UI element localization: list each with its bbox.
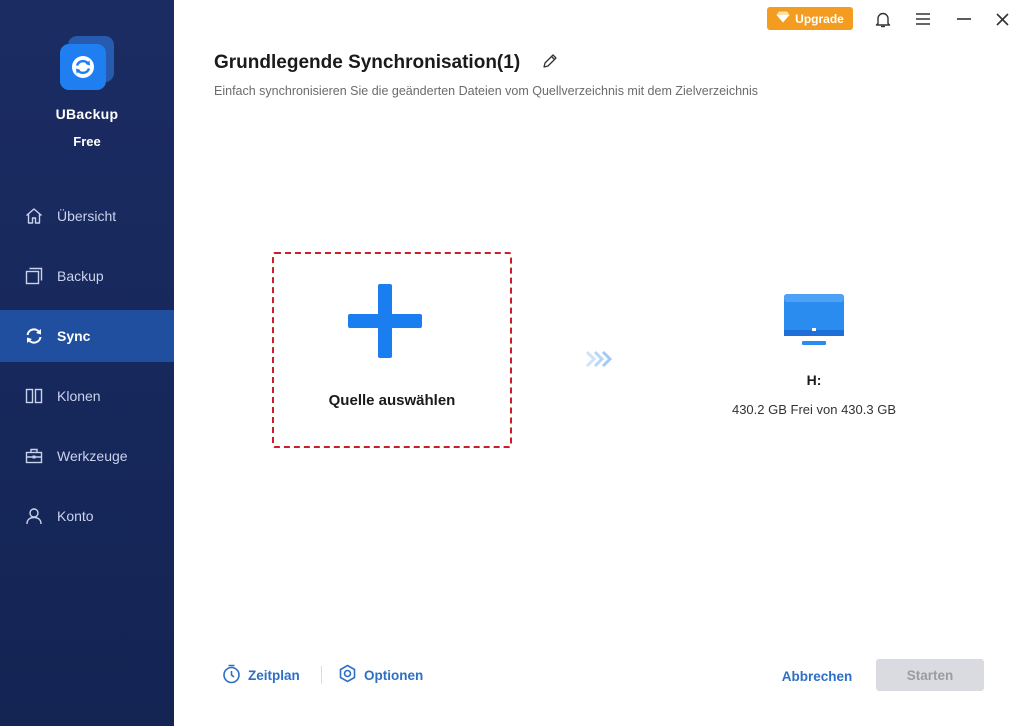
sidebar-item-label: Klonen (57, 388, 101, 404)
toolbox-icon (24, 446, 44, 466)
clone-icon (24, 386, 44, 406)
upgrade-label: Upgrade (795, 11, 844, 26)
target-free-space: 430.2 GB Frei von 430.3 GB (731, 402, 897, 417)
sidebar-item-label: Sync (57, 328, 91, 344)
app-name: UBackup (55, 106, 119, 122)
start-button[interactable]: Starten (876, 659, 984, 691)
user-icon (24, 506, 44, 526)
settings-hexagon-icon (338, 664, 357, 686)
notification-bell-icon[interactable] (872, 8, 894, 30)
monitor-icon (782, 292, 846, 348)
sidebar: UBackup Free Übersicht Backup Sync Klone… (0, 0, 174, 726)
schedule-label: Zeitplan (248, 667, 300, 683)
backup-icon (24, 266, 44, 286)
footer-divider (321, 666, 322, 684)
upgrade-button[interactable]: Upgrade (767, 7, 853, 30)
menu-icon[interactable] (912, 8, 934, 30)
sidebar-item-label: Werkzeuge (57, 448, 128, 464)
options-link[interactable]: Optionen (338, 663, 423, 687)
sidebar-item-label: Backup (57, 268, 104, 284)
close-icon[interactable] (991, 8, 1013, 30)
select-source-label: Quelle auswählen (328, 392, 456, 409)
page-subtitle: Einfach synchronisieren Sie die geändert… (214, 84, 759, 98)
sync-icon (24, 326, 44, 346)
clock-icon (222, 664, 241, 687)
diamond-icon (776, 11, 790, 26)
app-branding: UBackup Free (0, 36, 174, 149)
sidebar-item-sync[interactable]: Sync (0, 310, 174, 362)
sidebar-item-label: Übersicht (57, 208, 117, 224)
options-label: Optionen (364, 667, 424, 683)
home-icon (24, 206, 44, 226)
select-source-box[interactable]: Quelle auswählen (272, 252, 512, 448)
target-destination[interactable]: H: 430.2 GB Frei von 430.3 GB (700, 292, 928, 417)
page-title: Grundlegende Synchronisation(1) (214, 52, 521, 73)
sidebar-item-backup[interactable]: Backup (0, 250, 174, 302)
app-edition: Free (73, 134, 101, 149)
sidebar-item-konto[interactable]: Konto (0, 490, 174, 542)
app-logo-icon (58, 36, 116, 90)
minimize-icon[interactable] (953, 8, 975, 30)
target-drive-label: H: (806, 372, 822, 388)
sidebar-item-klonen[interactable]: Klonen (0, 370, 174, 422)
schedule-link[interactable]: Zeitplan (222, 663, 300, 687)
sidebar-item-werkzeuge[interactable]: Werkzeuge (0, 430, 174, 482)
direction-arrows-icon (584, 348, 618, 370)
sidebar-item-uebersicht[interactable]: Übersicht (0, 190, 174, 242)
plus-icon (348, 284, 422, 358)
cancel-button[interactable]: Abbrechen (772, 660, 862, 692)
edit-pencil-icon[interactable] (541, 52, 559, 70)
sidebar-nav: Übersicht Backup Sync Klonen Werkzeuge K… (0, 190, 174, 550)
sidebar-item-label: Konto (57, 508, 94, 524)
